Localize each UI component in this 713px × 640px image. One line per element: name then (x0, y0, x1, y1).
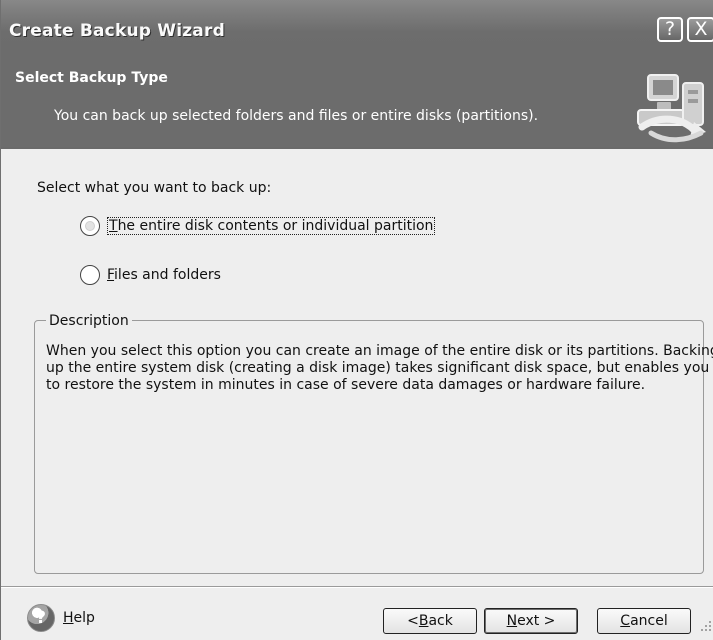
title-bar[interactable]: Create Backup Wizard ? X (1, 0, 713, 54)
next-button[interactable]: Next > (484, 608, 578, 634)
help-link[interactable]: Help (63, 610, 95, 626)
files-folders-access-key: F (107, 267, 115, 283)
wizard-header: Select Backup Type You can back up selec… (1, 54, 713, 149)
close-icon: X (694, 18, 708, 40)
entire-disk-access-key: T (109, 218, 118, 234)
title-help-button[interactable]: ? (657, 17, 683, 42)
files-folders-option[interactable]: Files and folders (80, 265, 221, 285)
back-button-label: ack (428, 613, 453, 629)
next-access-key: N (506, 613, 518, 629)
description-text: When you select this option you can crea… (46, 343, 713, 394)
resize-grip-icon[interactable] (699, 619, 713, 633)
cancel-button-label: ancel (630, 613, 668, 629)
files-folders-label[interactable]: Files and folders (107, 267, 221, 283)
backup-type-prompt: Select what you want to back up: (37, 180, 272, 196)
entire-disk-label[interactable]: The entire disk contents or individual p… (107, 217, 436, 235)
help-icon: ? (664, 18, 676, 40)
entire-disk-radio[interactable] (80, 216, 100, 236)
help-label-text: elp (73, 610, 95, 626)
files-folders-radio[interactable] (80, 265, 100, 285)
help-circle-icon[interactable]: ? (27, 604, 55, 632)
title-close-button[interactable]: X (687, 17, 713, 42)
wizard-content: Select what you want to back up: The ent… (1, 149, 713, 586)
back-button[interactable]: < Back (383, 608, 477, 634)
entire-disk-label-text: he entire disk contents or individual pa… (117, 218, 434, 234)
wizard-footer: ? Help < Back Next > Cancel (1, 588, 713, 640)
backup-computer-icon (637, 74, 706, 143)
cancel-access-key: C (620, 613, 631, 629)
description-line-3: to restore the system in minutes in case… (46, 377, 646, 393)
description-legend: Description (46, 313, 132, 329)
wizard-step-subtitle: You can back up selected folders and fil… (54, 108, 539, 124)
description-line-2: up the entire system disk (creating a di… (46, 360, 710, 376)
help-access-key: H (63, 610, 74, 626)
cancel-button[interactable]: Cancel (597, 608, 691, 634)
wizard-step-title: Select Backup Type (15, 70, 168, 86)
description-line-1: When you select this option you can crea… (46, 343, 713, 359)
back-button-prefix: < (407, 613, 419, 629)
create-backup-wizard-window: Create Backup Wizard ? X Select Backup T… (0, 0, 713, 640)
entire-disk-option[interactable]: The entire disk contents or individual p… (80, 216, 436, 236)
window-title: Create Backup Wizard (9, 21, 225, 41)
next-button-label: ext > (517, 613, 556, 629)
back-access-key: B (418, 613, 429, 629)
files-folders-label-text: iles and folders (114, 267, 221, 283)
